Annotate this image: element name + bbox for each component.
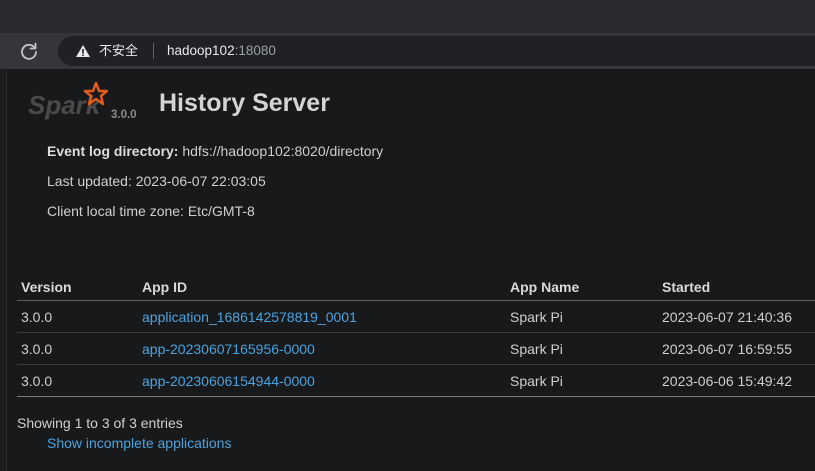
cell-version: 3.0.0 [17, 364, 138, 397]
app-id-link[interactable]: application_1686142578819_0001 [142, 309, 357, 325]
app-id-link[interactable]: app-20230607165956-0000 [142, 341, 315, 357]
address-divider [153, 43, 154, 59]
event-log-label: Event log directory: [47, 143, 179, 159]
cell-started: 2023-06-07 16:59:55 [658, 332, 815, 365]
cell-started: 2023-06-07 21:40:36 [658, 300, 815, 333]
column-header-started[interactable]: Started [658, 273, 815, 301]
column-header-app-id[interactable]: App ID [138, 273, 506, 301]
spark-logo[interactable]: Spark [26, 81, 108, 121]
browser-tab-strip [0, 0, 815, 33]
page-content: Spark 3.0.0 History Server Event log dir… [6, 69, 815, 471]
security-status-label[interactable]: 不安全 [99, 43, 138, 59]
entries-summary: Showing 1 to 3 of 3 entries [17, 415, 183, 431]
column-header-app-name[interactable]: App Name [506, 273, 658, 301]
cell-version: 3.0.0 [17, 332, 138, 365]
reload-icon[interactable] [19, 41, 39, 61]
applications-table: Version App ID App Name Started 3.0.0 ap… [17, 273, 815, 397]
table-row: 3.0.0 application_1686142578819_0001 Spa… [17, 300, 815, 333]
cell-started: 2023-06-06 15:49:42 [658, 364, 815, 397]
cell-version: 3.0.0 [17, 300, 138, 333]
table-row: 3.0.0 app-20230606154944-0000 Spark Pi 2… [17, 364, 815, 397]
warning-icon[interactable] [75, 44, 91, 58]
browser-toolbar: 不安全 hadoop102:18080 [0, 33, 815, 69]
app-id-link[interactable]: app-20230606154944-0000 [142, 373, 315, 389]
event-log-value: hdfs://hadoop102:8020/directory [182, 143, 384, 159]
url-text[interactable]: hadoop102:18080 [167, 43, 276, 59]
spark-version: 3.0.0 [111, 109, 137, 121]
cell-app-name: Spark Pi [506, 332, 658, 365]
url-port: :18080 [234, 43, 276, 58]
cell-app-name: Spark Pi [506, 300, 658, 333]
page-title: History Server [159, 89, 330, 117]
show-incomplete-applications-link[interactable]: Show incomplete applications [47, 435, 231, 451]
event-log-directory: Event log directory: hdfs://hadoop102:80… [47, 143, 383, 159]
url-host: hadoop102 [167, 43, 235, 58]
table-header-row: Version App ID App Name Started [17, 273, 815, 301]
client-timezone: Client local time zone: Etc/GMT-8 [47, 203, 255, 219]
cell-app-name: Spark Pi [506, 364, 658, 397]
address-bar[interactable]: 不安全 hadoop102:18080 [58, 36, 815, 66]
last-updated: Last updated: 2023-06-07 22:03:05 [47, 173, 266, 189]
column-header-version[interactable]: Version [17, 273, 138, 301]
table-row: 3.0.0 app-20230607165956-0000 Spark Pi 2… [17, 332, 815, 365]
